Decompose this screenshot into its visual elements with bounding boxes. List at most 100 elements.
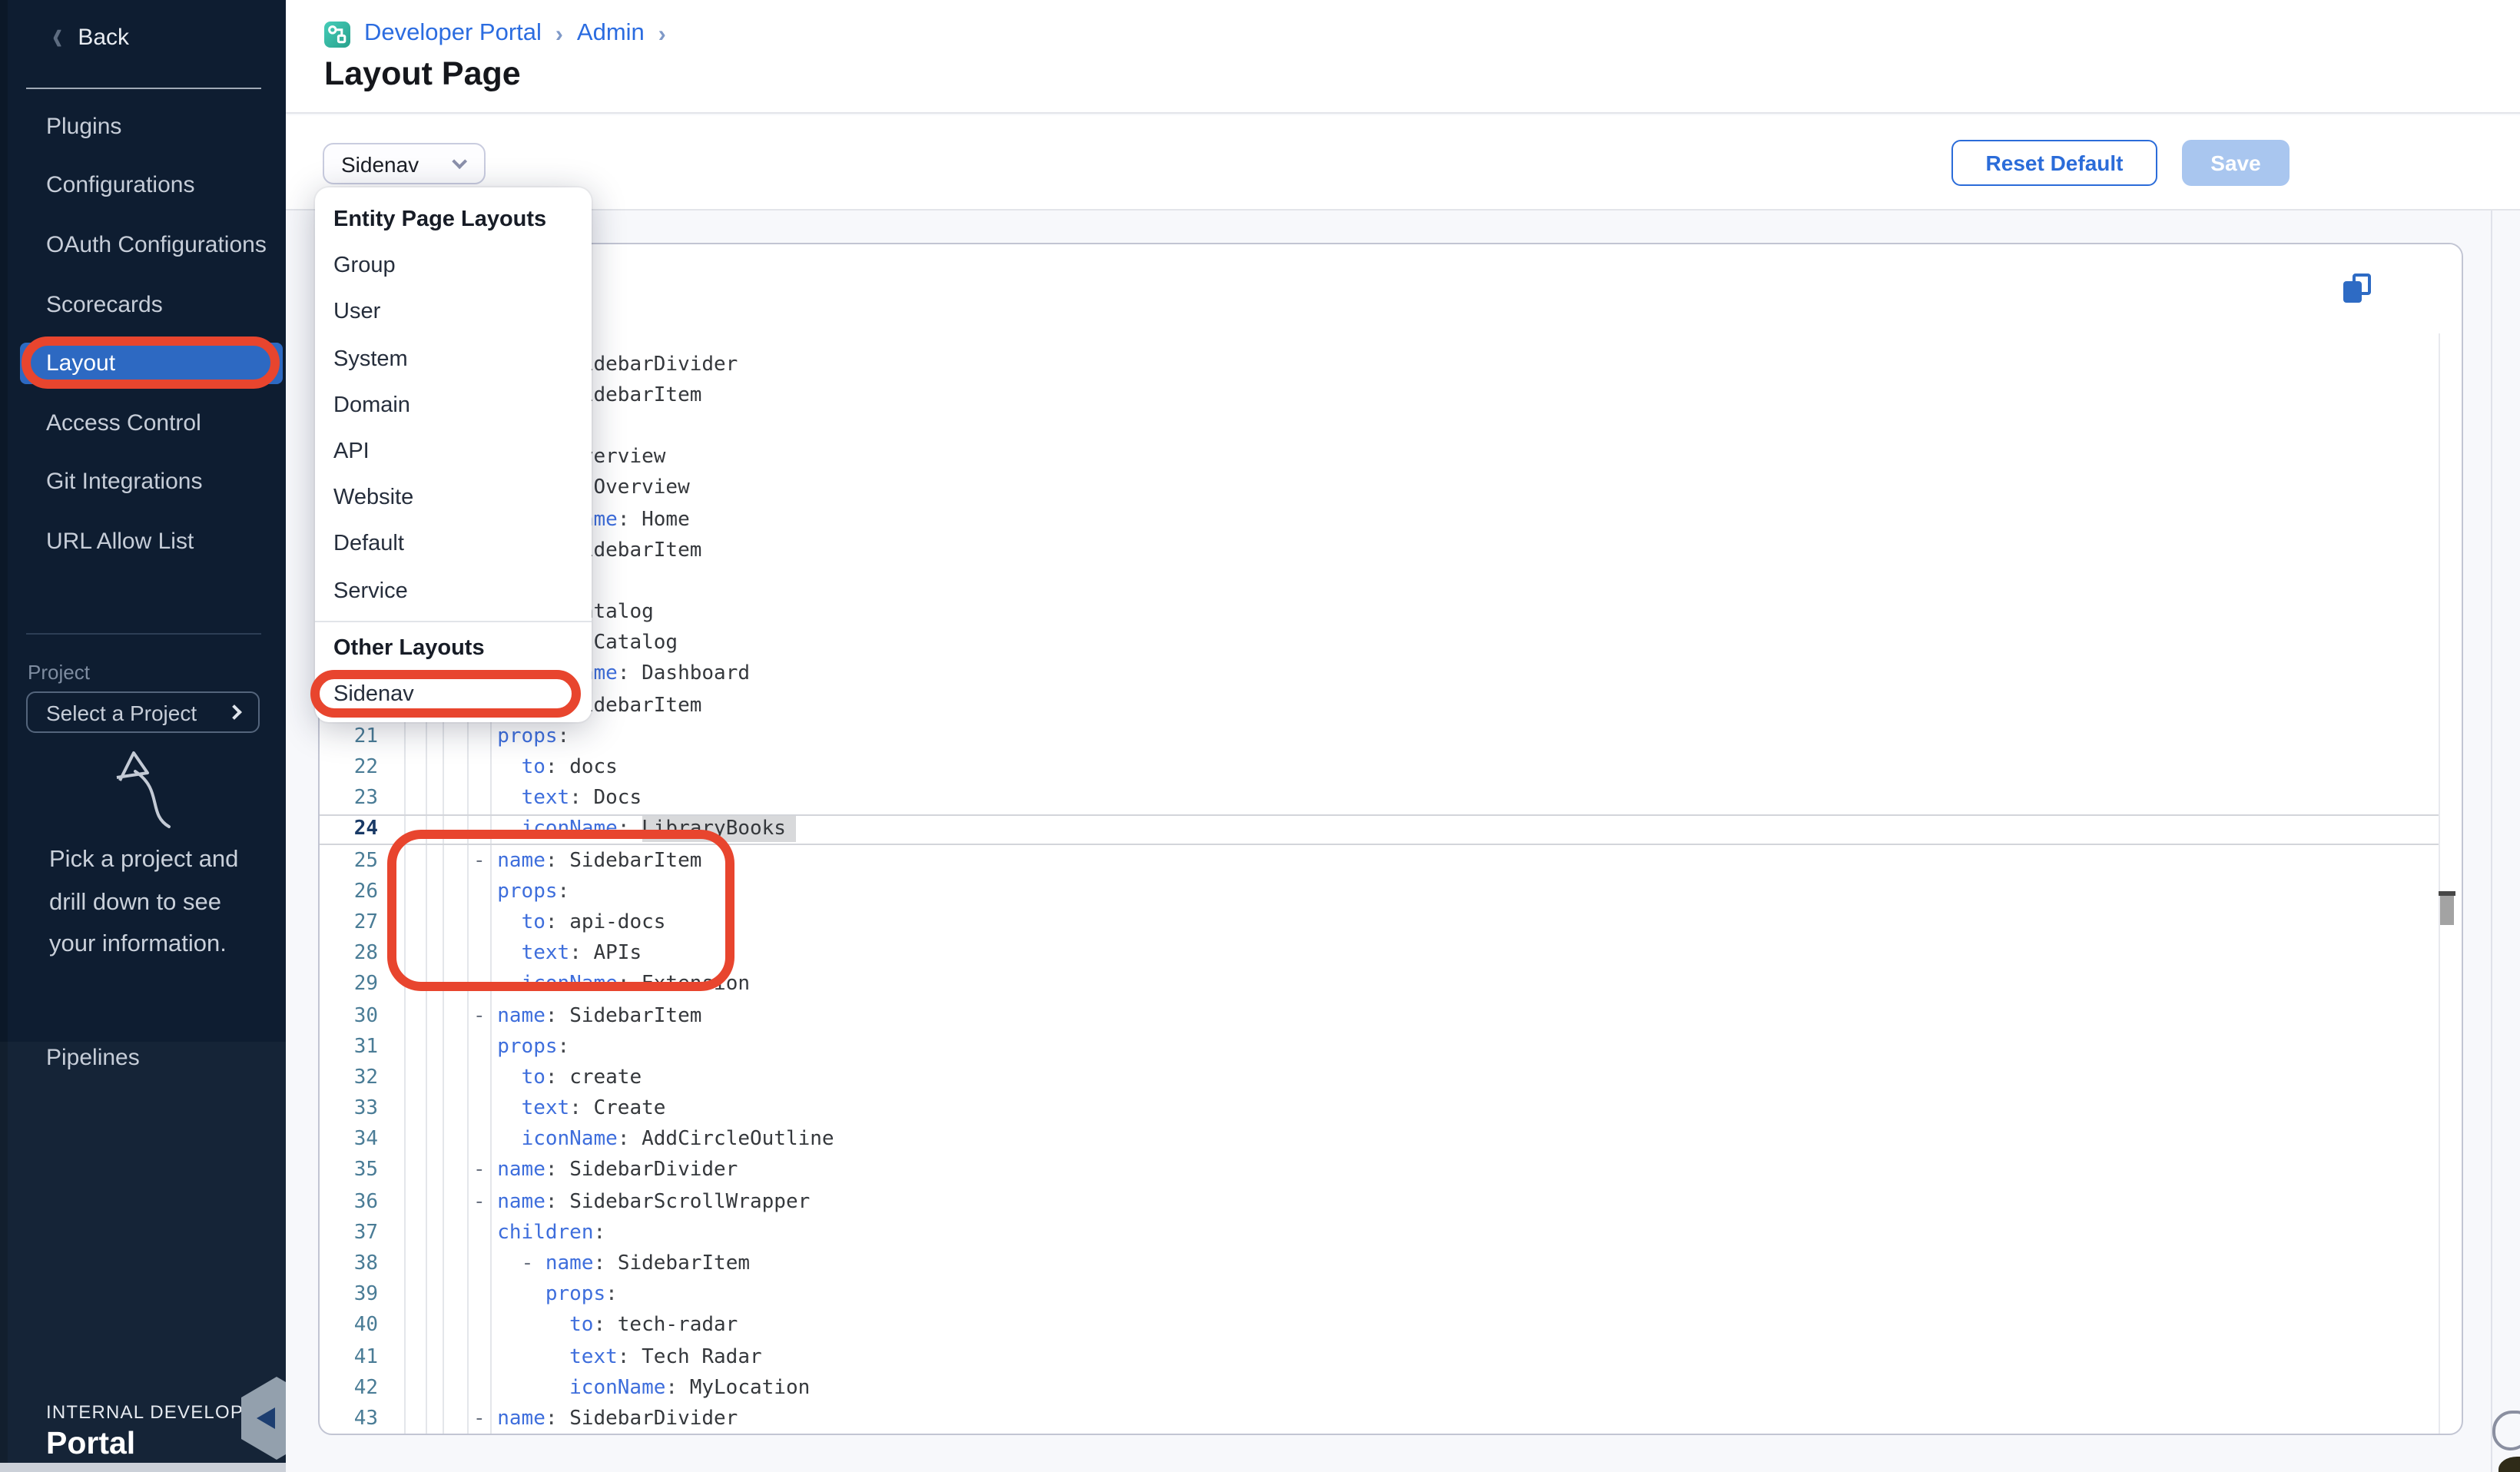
sidebar-item-scorecards[interactable]: Scorecards	[0, 275, 286, 334]
brand-block: INTERNAL DEVELOPER Portal	[46, 1401, 271, 1463]
sidebar-item-pipelines[interactable]: Pipelines	[46, 1045, 140, 1071]
breadcrumb-section[interactable]: Admin	[577, 20, 645, 48]
line-number: 32	[320, 1066, 378, 1089]
code-line-31[interactable]: 31 props:	[320, 1031, 2439, 1062]
code-line-35[interactable]: 35 - name: SidebarDivider	[320, 1155, 2439, 1186]
sidebar-item-label: Configurations	[46, 173, 194, 199]
code-line-12[interactable]: 12 to: overview	[320, 442, 2439, 472]
code-line-10[interactable]: 10 - name: SidebarItem	[320, 380, 2439, 410]
sidebar-item-access-control[interactable]: Access Control	[0, 393, 286, 453]
line-number: 37	[320, 1222, 378, 1245]
code-line-21[interactable]: 21 props:	[320, 721, 2439, 751]
main-area: Developer Portal › Admin › Layout Page S…	[286, 0, 2520, 1472]
code-line-15[interactable]: 15 - name: SidebarItem	[320, 535, 2439, 565]
menu-item-system[interactable]: System	[315, 336, 592, 382]
sidebar-item-layout[interactable]: Layout	[0, 334, 286, 393]
back-button[interactable]: ‹ Back	[52, 25, 129, 51]
line-number: 41	[320, 1345, 378, 1368]
menu-item-website[interactable]: Website	[315, 475, 592, 521]
corner-doodle-icon	[2492, 1411, 2520, 1450]
menu-item-api[interactable]: API	[315, 429, 592, 475]
code-line-18[interactable]: 18 text: Catalog	[320, 628, 2439, 658]
code-line-17[interactable]: 17 to: catalog	[320, 597, 2439, 628]
code-line-text: props:	[401, 1035, 569, 1058]
menu-item-domain[interactable]: Domain	[315, 383, 592, 429]
code-line-42[interactable]: 42 iconName: MyLocation	[320, 1372, 2439, 1403]
layout-yaml-editor: 89 - name: SidebarDivider10 - name: Side…	[318, 243, 2463, 1435]
editor-scrollbar-track	[2439, 333, 2440, 1434]
code-line-text: to: tech-radar	[401, 1315, 738, 1338]
code-line-30[interactable]: 30 - name: SidebarItem	[320, 1000, 2439, 1031]
line-number: 38	[320, 1252, 378, 1275]
code-line-11[interactable]: 11 props:	[320, 411, 2439, 442]
reset-default-button[interactable]: Reset Default	[1951, 140, 2157, 186]
line-number: 21	[320, 725, 378, 748]
code-line-29[interactable]: 29 iconName: Extension	[320, 969, 2439, 1000]
editor-scrollbar-thumb[interactable]	[2440, 896, 2454, 925]
code-line-39[interactable]: 39 props:	[320, 1279, 2439, 1310]
code-area[interactable]: 89 - name: SidebarDivider10 - name: Side…	[320, 318, 2439, 1435]
code-line-text: props:	[401, 1283, 618, 1306]
code-line-9[interactable]: 9 - name: SidebarDivider	[320, 349, 2439, 380]
menu-header-other-layouts: Other Layouts	[315, 625, 592, 671]
code-line-34[interactable]: 34 iconName: AddCircleOutline	[320, 1124, 2439, 1155]
menu-item-default[interactable]: Default	[315, 522, 592, 568]
layout-select[interactable]: Sidenav	[323, 143, 486, 184]
chevron-left-icon: ‹	[52, 22, 62, 54]
code-line-19[interactable]: 19 iconName: Dashboard	[320, 659, 2439, 690]
line-number: 30	[320, 1004, 378, 1027]
code-line-44[interactable]: 44	[320, 1434, 2439, 1435]
code-line-27[interactable]: 27 to: api-docs	[320, 907, 2439, 938]
app-root: ‹ Back Plugins Configurations OAuth Config…	[0, 0, 2520, 1472]
code-line-43[interactable]: 43 - name: SidebarDivider	[320, 1404, 2439, 1434]
menu-item-service[interactable]: Service	[315, 568, 592, 614]
code-line-20[interactable]: 20 - name: SidebarItem	[320, 690, 2439, 721]
sidebar-item-label: Scorecards	[46, 291, 163, 317]
code-line-37[interactable]: 37 children:	[320, 1217, 2439, 1248]
line-number: 29	[320, 973, 378, 996]
sidebar-item-label: Layout	[46, 350, 115, 376]
copy-icon[interactable]	[2343, 274, 2372, 303]
code-line-26[interactable]: 26 props:	[320, 876, 2439, 907]
code-line-32[interactable]: 32 to: create	[320, 1063, 2439, 1093]
code-line-23[interactable]: 23 text: Docs	[320, 783, 2439, 814]
sidebar-item-url-allow-list[interactable]: URL Allow List	[0, 512, 286, 571]
sidebar-item-configurations[interactable]: Configurations	[0, 156, 286, 215]
save-button[interactable]: Save	[2182, 140, 2290, 186]
sidebar-item-git-integrations[interactable]: Git Integrations	[0, 453, 286, 512]
select-project-button[interactable]: Select a Project	[26, 691, 260, 733]
code-line-16[interactable]: 16 props:	[320, 566, 2439, 597]
sidebar-item-oauth-configurations[interactable]: OAuth Configurations	[0, 215, 286, 274]
sidebar-bottom-strip	[0, 1463, 286, 1472]
menu-item-sidenav[interactable]: Sidenav	[315, 671, 592, 718]
code-line-36[interactable]: 36 - name: SidebarScrollWrapper	[320, 1186, 2439, 1217]
code-line-text: iconName: Extension	[401, 973, 750, 996]
line-number: 36	[320, 1190, 378, 1213]
menu-item-user[interactable]: User	[315, 290, 592, 336]
line-number: 27	[320, 911, 378, 934]
corner-blob	[2498, 1457, 2520, 1472]
developer-portal-logo-icon	[324, 21, 350, 47]
sidebar-nav: Plugins Configurations OAuth Configuration…	[0, 97, 286, 572]
menu-item-group[interactable]: Group	[315, 243, 592, 289]
code-line-25[interactable]: 25 - name: SidebarItem	[320, 845, 2439, 876]
code-line-14[interactable]: 14 iconName: Home	[320, 504, 2439, 535]
triangle-left-icon	[257, 1407, 275, 1429]
line-number: 33	[320, 1097, 378, 1120]
code-line-41[interactable]: 41 text: Tech Radar	[320, 1341, 2439, 1372]
breadcrumb-app[interactable]: Developer Portal	[364, 20, 542, 48]
code-line-24[interactable]: 24 iconName: LibraryBooks	[320, 814, 2439, 845]
code-line-40[interactable]: 40 to: tech-radar	[320, 1311, 2439, 1341]
sidebar-item-plugins[interactable]: Plugins	[0, 97, 286, 156]
code-line-text: props:	[401, 880, 569, 903]
code-line-text: - name: SidebarScrollWrapper	[401, 1190, 810, 1213]
project-label: Project	[28, 661, 90, 684]
code-line-13[interactable]: 13 text: Overview	[320, 472, 2439, 503]
line-number: 34	[320, 1129, 378, 1152]
code-line-28[interactable]: 28 text: APIs	[320, 938, 2439, 969]
code-line-22[interactable]: 22 to: docs	[320, 752, 2439, 783]
code-line-38[interactable]: 38 - name: SidebarItem	[320, 1248, 2439, 1279]
code-line-33[interactable]: 33 text: Create	[320, 1093, 2439, 1124]
chevron-down-icon	[452, 154, 467, 169]
editor-header	[320, 244, 2462, 333]
